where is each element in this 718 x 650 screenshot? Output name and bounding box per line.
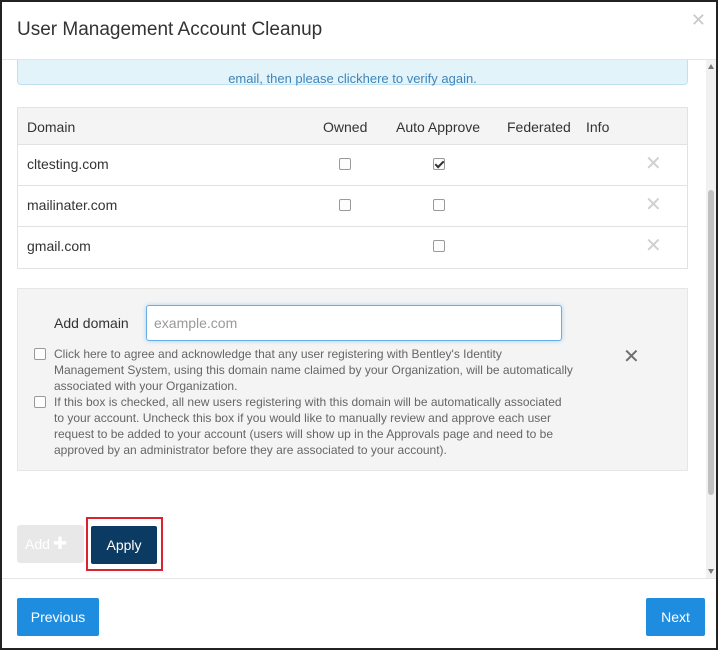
modal-body: email, then please clickhere to verify a…: [2, 60, 716, 578]
modal-footer: Previous Next: [2, 578, 716, 648]
table-header: Domain Owned Auto Approve Federated Info: [18, 108, 687, 145]
header-auto-approve: Auto Approve: [396, 119, 481, 135]
domain-table: Domain Owned Auto Approve Federated Info…: [17, 107, 688, 269]
auto-approve-checkbox[interactable]: [433, 240, 445, 252]
table-row: cltesting.com ✕: [18, 145, 687, 186]
auto-approve-new-checkbox[interactable]: [34, 396, 46, 408]
auto-approve-checkbox[interactable]: [433, 158, 445, 170]
header-domain: Domain: [27, 119, 76, 135]
auto-approve-text: If this box is checked, all new users re…: [54, 395, 562, 457]
owned-agree-checkbox[interactable]: [34, 348, 46, 360]
modal-header: User Management Account Cleanup ✕: [2, 2, 716, 60]
row-domain: cltesting.com: [27, 156, 109, 172]
row-domain: gmail.com: [27, 238, 91, 254]
info-alert: email, then please clickhere to verify a…: [17, 60, 688, 86]
add-domain-label: Add domain: [54, 315, 129, 331]
modal-title: User Management Account Cleanup: [17, 19, 323, 40]
table-row: mailinater.com ✕: [18, 186, 687, 227]
verify-link[interactable]: here: [363, 71, 389, 86]
owned-checkbox[interactable]: [339, 158, 351, 170]
header-federated: Federated: [507, 119, 571, 135]
table-row: gmail.com ✕: [18, 227, 687, 268]
header-info: Info: [586, 119, 610, 135]
apply-button[interactable]: Apply: [91, 526, 157, 564]
next-button[interactable]: Next: [646, 598, 705, 636]
scrollbar[interactable]: [706, 60, 716, 578]
scroll-up-arrow-icon[interactable]: [708, 64, 714, 69]
owned-agree-text: Click here to agree and acknowledge that…: [54, 347, 573, 393]
add-button-label: Add: [25, 536, 50, 552]
close-icon[interactable]: ✕: [691, 10, 706, 30]
auto-approve-checkbox[interactable]: [433, 199, 445, 211]
scroll-down-arrow-icon[interactable]: [708, 569, 714, 574]
scrollbar-thumb[interactable]: [708, 190, 714, 495]
domain-input[interactable]: [146, 305, 562, 341]
add-domain-panel: Add domain Click here to agree and ackno…: [17, 288, 688, 471]
remove-row-icon[interactable]: ✕: [645, 154, 662, 174]
add-button[interactable]: Add ✚: [17, 525, 84, 563]
modal-dialog: User Management Account Cleanup ✕ email,…: [0, 0, 718, 650]
remove-row-icon[interactable]: ✕: [645, 236, 662, 256]
previous-button[interactable]: Previous: [17, 598, 99, 636]
plus-icon: ✚: [52, 534, 68, 553]
info-message: email, then please clickhere to verify a…: [18, 71, 687, 86]
remove-row-icon[interactable]: ✕: [645, 195, 662, 215]
owned-checkbox[interactable]: [339, 199, 351, 211]
header-owned: Owned: [323, 119, 368, 135]
info-text-after: to verify again.: [388, 71, 477, 86]
row-domain: mailinater.com: [27, 197, 118, 213]
info-text-before: email, then please click: [228, 71, 363, 86]
close-icon[interactable]: ✕: [623, 347, 640, 367]
